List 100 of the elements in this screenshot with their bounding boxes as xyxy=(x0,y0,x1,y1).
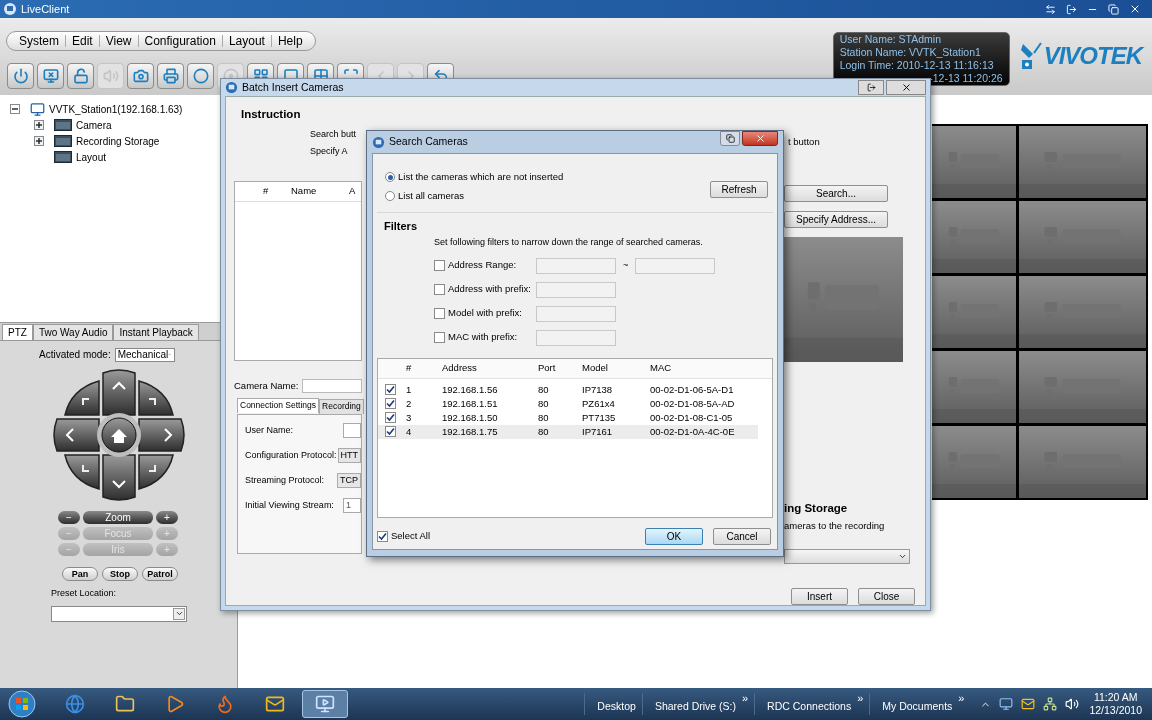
input-field[interactable] xyxy=(536,329,616,346)
dialog-button[interactable]: Cancel xyxy=(713,527,771,545)
checkbox[interactable] xyxy=(434,332,445,343)
restore-icon[interactable] xyxy=(1108,3,1119,15)
clock-time[interactable]: 11:20 AM xyxy=(1093,691,1138,704)
chevron[interactable]: » xyxy=(857,693,864,704)
expand-toggle[interactable] xyxy=(34,120,44,130)
network-icon[interactable] xyxy=(1043,697,1058,711)
input-field[interactable] xyxy=(536,281,616,298)
button[interactable]: Search... xyxy=(784,184,888,202)
checkbox[interactable] xyxy=(434,284,445,295)
column-header[interactable]: A xyxy=(349,183,361,199)
table-cell-text: 80 xyxy=(538,424,550,439)
select-all-label[interactable]: Select All xyxy=(391,528,431,544)
lens-button[interactable]: Zoom xyxy=(83,511,153,524)
folder-icon xyxy=(54,119,72,131)
tree-item[interactable]: Layout xyxy=(76,149,107,165)
column-header[interactable]: Address xyxy=(442,360,538,376)
input-field[interactable] xyxy=(635,257,716,274)
button[interactable]: Specify Address... xyxy=(784,210,888,228)
storage-dropdown[interactable] xyxy=(784,549,910,564)
radio-button[interactable] xyxy=(385,191,395,202)
option-label[interactable]: List all cameras xyxy=(398,189,464,204)
monitor-icon[interactable] xyxy=(999,697,1014,711)
checkbox[interactable] xyxy=(385,398,396,410)
mail-icon[interactable] xyxy=(1021,697,1036,711)
tab[interactable]: Recording xyxy=(319,398,364,414)
menu-item[interactable]: Help xyxy=(271,32,309,50)
speaker-icon xyxy=(102,68,119,84)
exit-icon[interactable] xyxy=(1066,3,1077,15)
dialog-button[interactable]: OK xyxy=(645,527,703,545)
field-label: Streaming Protocol: xyxy=(245,473,326,487)
column-header[interactable]: MAC xyxy=(650,360,772,376)
radio-button[interactable] xyxy=(385,172,395,183)
checkbox[interactable] xyxy=(377,530,388,542)
table-cell-text: 00-02-D1-06-5A-D1 xyxy=(650,382,735,397)
mode-dropdown[interactable]: Mechanical xyxy=(114,347,175,362)
tree-item[interactable]: Camera xyxy=(76,117,112,133)
button[interactable]: Refresh xyxy=(710,181,768,198)
restore-button[interactable] xyxy=(720,131,740,146)
chevron[interactable]: » xyxy=(958,693,965,704)
tab[interactable]: Two Way Audio xyxy=(32,324,114,340)
toolbar-link[interactable]: RDC Connections xyxy=(767,699,852,715)
taskbar-button[interactable] xyxy=(302,690,348,718)
exit-button[interactable] xyxy=(858,80,884,96)
checkbox[interactable] xyxy=(385,426,396,438)
tab[interactable]: Connection Settings xyxy=(237,397,320,413)
input-field[interactable] xyxy=(536,305,616,322)
input-field[interactable] xyxy=(343,422,361,438)
chevron[interactable]: » xyxy=(742,693,749,704)
field-label: Activated mode: xyxy=(39,348,111,362)
option-label[interactable]: List the cameras which are not inserted xyxy=(398,170,564,185)
ptz-button[interactable]: Stop xyxy=(102,567,138,581)
clock-date[interactable]: 12/13/2010 xyxy=(1089,704,1142,717)
column-header[interactable]: Port xyxy=(538,360,582,376)
preset-dropdown[interactable] xyxy=(51,605,187,622)
column-header[interactable]: Model xyxy=(582,360,650,376)
close-button[interactable] xyxy=(886,80,926,96)
tree-item[interactable]: Recording Storage xyxy=(76,133,160,149)
toolbar-link[interactable]: Shared Drive (S:) xyxy=(654,699,736,715)
filters-hint: Set following filters to narrow down the range of searched cameras. xyxy=(434,236,704,249)
ptz-button[interactable]: Patrol xyxy=(142,567,178,581)
expand-toggle[interactable] xyxy=(34,136,44,146)
menu-item[interactable]: Edit xyxy=(66,32,99,50)
close-icon[interactable] xyxy=(1129,3,1141,15)
close-icon xyxy=(900,82,912,94)
input-field[interactable]: 1 xyxy=(343,497,361,513)
close-button[interactable] xyxy=(742,131,778,146)
button[interactable]: Close xyxy=(858,588,915,605)
menu-item[interactable]: Configuration xyxy=(138,32,222,50)
plus-button[interactable]: + xyxy=(156,511,178,524)
speaker-icon[interactable] xyxy=(1065,697,1080,711)
input-field[interactable] xyxy=(536,257,616,274)
tab[interactable]: PTZ xyxy=(2,324,33,340)
tab[interactable]: Instant Playback xyxy=(113,324,199,340)
swap-icon[interactable] xyxy=(1045,3,1056,15)
toolbar-link[interactable]: Desktop xyxy=(597,699,636,715)
direction-pad[interactable] xyxy=(53,369,185,501)
checkbox[interactable] xyxy=(434,260,445,271)
ptz-button[interactable]: Pan xyxy=(62,567,98,581)
menu-item[interactable]: View xyxy=(99,32,138,50)
button[interactable]: Insert xyxy=(791,588,848,605)
menu-item[interactable]: System xyxy=(13,32,65,50)
checkbox[interactable] xyxy=(385,412,396,424)
minus-button[interactable]: − xyxy=(58,511,80,524)
checkbox[interactable] xyxy=(434,308,445,319)
menu-item[interactable]: Layout xyxy=(222,32,271,50)
camera-name-field[interactable] xyxy=(302,378,362,393)
checkbox[interactable] xyxy=(385,384,396,396)
tree-item[interactable]: VVTK_Station1(192.168.1.63) xyxy=(49,101,183,117)
column-header[interactable]: Name xyxy=(291,183,349,199)
column-header[interactable]: # xyxy=(406,360,442,376)
dropdown[interactable]: TCP xyxy=(337,472,361,488)
padlock-icon xyxy=(72,68,89,84)
session-info: User Name: STAdmin xyxy=(838,33,942,46)
column-header[interactable]: # xyxy=(263,183,291,199)
dropdown[interactable]: HTT xyxy=(337,447,361,463)
collapse-toggle[interactable] xyxy=(10,104,20,114)
folder-icon xyxy=(115,694,135,714)
toolbar-link[interactable]: My Documents xyxy=(882,699,953,715)
